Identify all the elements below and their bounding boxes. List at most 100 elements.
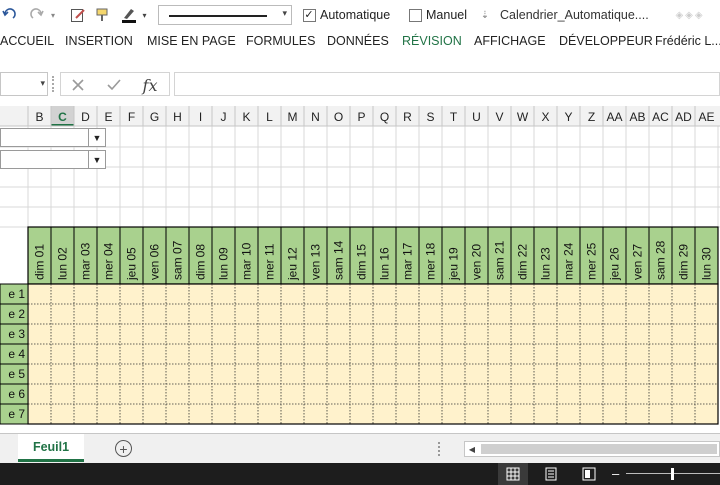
column-heading-d[interactable]: D (81, 110, 90, 124)
insert-function-icon[interactable]: fx (137, 74, 163, 96)
cancel-icon[interactable] (67, 74, 89, 96)
chevron-down-icon[interactable]: ▼ (88, 129, 105, 146)
tab-splitter-handle[interactable] (438, 442, 441, 456)
quick-access-toolbar: ▾ ▾ ▾ ✓ Automatique Manuel ⇣ Calendrier_… (0, 0, 720, 30)
column-heading-o[interactable]: O (334, 110, 343, 124)
column-heading-w[interactable]: W (517, 110, 529, 124)
column-heading-m[interactable]: M (288, 110, 298, 124)
row-label: e 7 (8, 407, 25, 421)
column-heading-b[interactable]: B (35, 110, 43, 124)
day-header-label: mar 10 (240, 242, 254, 280)
column-heading-c[interactable]: C (58, 110, 67, 124)
formula-buttons: fx (60, 72, 170, 96)
tab-formules[interactable]: FORMULES (246, 34, 315, 48)
horizontal-scrollbar[interactable]: ◀ (464, 441, 720, 457)
column-heading-z[interactable]: Z (588, 110, 595, 124)
select-all-corner[interactable] (0, 106, 28, 126)
day-header-label: mer 11 (263, 243, 277, 280)
manual-label: Manuel (426, 8, 467, 22)
column-heading-f[interactable]: F (128, 110, 135, 124)
tab-affichage[interactable]: AFFICHAGE (474, 34, 546, 48)
automatic-label: Automatique (320, 8, 391, 22)
tab-mise-en-page[interactable]: MISE EN PAGE (147, 34, 236, 48)
day-header-label: dim 22 (516, 244, 530, 280)
tab-donnees[interactable]: DONNÉES (327, 34, 389, 48)
day-header-label: ven 06 (148, 244, 162, 280)
column-heading-r[interactable]: R (403, 110, 412, 124)
tab-insertion[interactable]: INSERTION (65, 34, 133, 48)
column-heading-j[interactable]: J (221, 110, 227, 124)
column-heading-ab[interactable]: AB (629, 110, 645, 124)
undo-icon[interactable] (0, 5, 18, 25)
row-label: e 3 (8, 327, 25, 341)
day-header-label: jeu 19 (447, 247, 461, 281)
dropdown-cell-1[interactable]: ▼ (0, 128, 106, 147)
day-header-label: lun 09 (217, 247, 231, 280)
day-header-label: mar 24 (562, 242, 576, 280)
ribbon-tabs: ACCUEIL INSERTION MISE EN PAGE FORMULES … (0, 30, 720, 56)
column-heading-ae[interactable]: AE (698, 110, 714, 124)
name-box-dropdown-icon[interactable]: ▾ (40, 78, 45, 89)
formula-input[interactable] (174, 72, 720, 96)
document-title: Calendrier_Automatique.... (500, 8, 649, 22)
day-header-label: dim 15 (355, 244, 369, 280)
day-header-label: jeu 12 (286, 247, 300, 281)
account-name[interactable]: Frédéric L... (655, 34, 720, 48)
day-header-label: sam 07 (171, 240, 185, 280)
add-sheet-icon[interactable]: + (115, 440, 132, 457)
customize-toolbar-icon[interactable]: ⇣ (478, 5, 492, 25)
column-heading-e[interactable]: E (104, 110, 112, 124)
page-break-view-icon[interactable] (574, 463, 604, 485)
manual-checkbox[interactable] (408, 5, 422, 25)
splitter-handle[interactable] (52, 76, 55, 92)
scroll-left-icon[interactable]: ◀ (465, 442, 479, 456)
tab-revision[interactable]: RÉVISION (402, 34, 462, 48)
column-heading-u[interactable]: U (472, 110, 481, 124)
column-heading-g[interactable]: G (150, 110, 159, 124)
automatic-checkbox[interactable]: ✓ (302, 5, 316, 25)
column-heading-p[interactable]: P (357, 110, 365, 124)
redo-icon[interactable] (28, 5, 46, 25)
chevron-down-icon: ▾ (282, 8, 287, 18)
column-heading-l[interactable]: L (266, 110, 273, 124)
tab-developpeur[interactable]: DÉVELOPPEUR (559, 34, 653, 48)
zoom-out-icon[interactable]: – (612, 467, 624, 481)
column-heading-s[interactable]: S (426, 110, 434, 124)
line-style-dropdown[interactable]: ▾ (158, 5, 292, 25)
column-heading-ad[interactable]: AD (675, 110, 692, 124)
edit-form-icon[interactable] (68, 5, 88, 25)
day-header-label: lun 23 (539, 247, 553, 280)
day-header-label: jeu 05 (125, 247, 139, 281)
column-heading-i[interactable]: I (199, 110, 202, 124)
zoom-slider-thumb[interactable] (671, 468, 674, 480)
confirm-icon[interactable] (103, 74, 125, 96)
normal-view-icon[interactable] (498, 463, 528, 485)
row-label: e 2 (8, 307, 25, 321)
border-color-dropdown-icon[interactable]: ▾ (140, 5, 149, 25)
dropdown-cell-2[interactable]: ▼ (0, 150, 106, 169)
redo-dropdown-icon[interactable]: ▾ (48, 5, 58, 25)
day-header-label: sam 14 (332, 240, 346, 280)
row-label: e 4 (8, 347, 25, 361)
column-heading-v[interactable]: V (495, 110, 503, 124)
column-heading-x[interactable]: X (541, 110, 549, 124)
column-heading-y[interactable]: Y (564, 110, 572, 124)
scrollbar-thumb[interactable] (481, 444, 717, 454)
sheet-tab-feuil1[interactable]: Feuil1 (18, 434, 84, 462)
column-heading-q[interactable]: Q (380, 110, 389, 124)
column-heading-ac[interactable]: AC (652, 110, 669, 124)
format-painter-icon[interactable] (93, 5, 113, 25)
page-layout-view-icon[interactable] (536, 463, 566, 485)
tab-accueil[interactable]: ACCUEIL (0, 34, 54, 48)
chevron-down-icon[interactable]: ▼ (88, 151, 105, 168)
name-box[interactable]: ▾ (0, 72, 48, 96)
day-header-label: dim 08 (194, 244, 208, 280)
border-color-icon[interactable] (118, 5, 140, 25)
column-heading-aa[interactable]: AA (606, 110, 622, 124)
day-header-label: dim 29 (677, 244, 691, 280)
day-header-label: jeu 26 (608, 247, 622, 281)
column-heading-n[interactable]: N (311, 110, 320, 124)
column-heading-k[interactable]: K (242, 110, 250, 124)
column-heading-t[interactable]: T (450, 110, 458, 124)
column-heading-h[interactable]: H (173, 110, 182, 124)
